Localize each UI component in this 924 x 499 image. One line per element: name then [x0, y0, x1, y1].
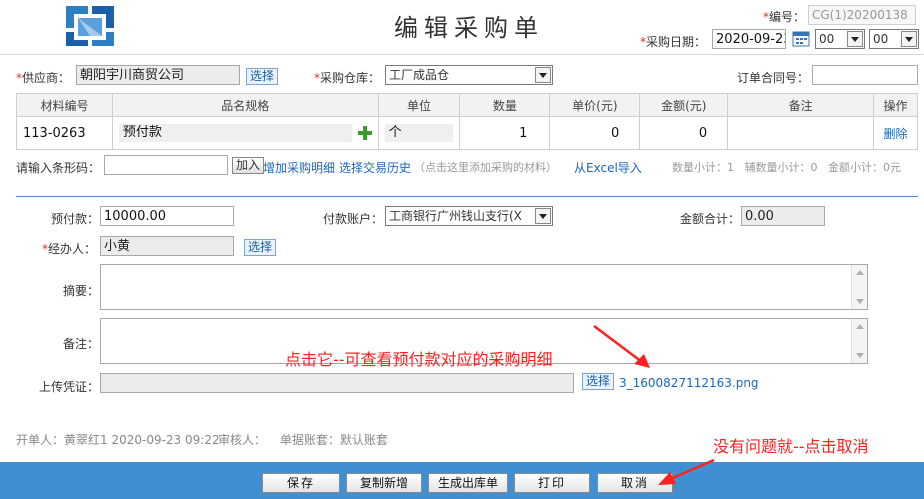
column-header: 数量	[459, 93, 551, 117]
header-divider	[0, 54, 924, 55]
handler-field[interactable]: 小黄	[100, 236, 234, 256]
column-header: 单位	[377, 93, 461, 117]
reviewer-info: 审核人：	[218, 433, 267, 447]
note-cell[interactable]	[727, 116, 874, 150]
material-code-cell: 113-0263	[16, 116, 113, 150]
creator-info: 开单人：黄翠红1 2020-09-23 09:22	[16, 433, 220, 447]
prepay-input[interactable]: 10000.00	[100, 206, 234, 226]
subtotal-summary: 数量小计：1 辅数量小计：0 金额小计：0元	[672, 161, 901, 174]
supplier-pick-button[interactable]: 选择	[246, 68, 279, 85]
save-button[interactable]: 保存	[262, 473, 340, 493]
note-label: 备注：	[63, 337, 100, 351]
column-header: 操作	[872, 93, 919, 117]
handler-label: *经办人：	[42, 242, 97, 256]
annotation-arrow-icon	[593, 325, 650, 368]
summary-label: 摘要：	[63, 284, 100, 298]
date-input[interactable]: 2020-09-23	[712, 29, 786, 49]
delete-link[interactable]: 删除	[872, 116, 919, 150]
chevron-down-icon	[847, 31, 863, 47]
supplier-label: *供应商：	[16, 71, 71, 85]
column-header: 品名规格	[111, 93, 379, 117]
section-divider	[16, 196, 918, 197]
table-row: 113-0263 预付款 个 1 0 0 删除	[16, 116, 919, 150]
column-header: 金额(元)	[639, 93, 729, 117]
annotation-click-cancel: 没有问题就--点击取消	[713, 437, 869, 456]
chevron-down-icon	[535, 67, 551, 83]
unit-cell: 个	[377, 116, 461, 150]
code-value: CG(1)20200138	[808, 5, 916, 25]
amount-cell: 0	[639, 116, 729, 150]
summary-textarea[interactable]	[100, 264, 868, 310]
price-cell[interactable]: 0	[549, 116, 641, 150]
uploaded-file-link[interactable]: 3_1600827112163.png	[619, 376, 759, 390]
account-select[interactable]: 工商银行广州钱山支行(X	[385, 206, 553, 226]
column-header: 单价(元)	[549, 93, 641, 117]
hour-select[interactable]: 00	[815, 29, 865, 49]
product-name-cell: 预付款	[111, 116, 379, 150]
barcode-input[interactable]	[104, 155, 228, 175]
table-header-row: 材料编号 品名规格 单位 数量 单价(元) 金额(元) 备注 操作	[16, 93, 919, 117]
calendar-icon[interactable]	[792, 30, 810, 47]
total-field: 0.00	[741, 206, 825, 226]
annotation-arrow-icon	[658, 458, 715, 485]
app-logo	[62, 2, 118, 48]
prepay-label: 预付款：	[51, 212, 100, 226]
column-header: 备注	[727, 93, 874, 117]
add-detail-link[interactable]: 增加采购明细	[263, 159, 335, 176]
supplier-field[interactable]: 朝阳宇川商贸公司	[76, 65, 240, 85]
handler-pick-button[interactable]: 选择	[244, 239, 277, 256]
warehouse-select[interactable]: 工厂成品仓	[385, 65, 553, 85]
add-material-hint: （点击这里添加采购的材料）	[414, 161, 557, 174]
date-label: *采购日期：	[640, 35, 707, 49]
minute-select[interactable]: 00	[869, 29, 919, 49]
select-history-link[interactable]: 选择交易历史	[339, 159, 411, 176]
column-header: 材料编号	[16, 93, 113, 117]
page-title: 编辑采购单	[394, 14, 544, 42]
code-label: *编号：	[763, 10, 806, 24]
chevron-down-icon	[901, 31, 917, 47]
total-label: 金额合计：	[680, 212, 741, 226]
contract-label: 订单合同号：	[737, 71, 810, 85]
items-table: 材料编号 品名规格 单位 数量 单价(元) 金额(元) 备注 操作 113-02…	[16, 93, 919, 150]
annotation-view-detail: 点击它--可查看预付款对应的采购明细	[285, 350, 553, 369]
excel-import-link[interactable]: 从Excel导入	[574, 159, 642, 176]
scrollbar[interactable]	[851, 265, 867, 309]
upload-label: 上传凭证：	[39, 380, 100, 394]
generate-outbound-button[interactable]: 生成出库单	[428, 473, 508, 493]
add-plus-icon[interactable]	[357, 126, 372, 140]
unit-field[interactable]: 个	[384, 124, 454, 142]
product-name-field[interactable]: 预付款	[118, 124, 352, 142]
qty-cell[interactable]: 1	[459, 116, 551, 150]
upload-field	[100, 373, 574, 393]
print-button[interactable]: 打印	[514, 473, 590, 493]
copy-new-button[interactable]: 复制新增	[346, 473, 422, 493]
add-barcode-button[interactable]: 加入	[232, 157, 265, 174]
chevron-down-icon	[535, 208, 551, 224]
account-label: 付款账户：	[323, 212, 384, 226]
upload-pick-button[interactable]: 选择	[582, 373, 615, 390]
barcode-label: 请输入条形码：	[16, 161, 101, 175]
contract-input[interactable]	[812, 65, 918, 85]
account-set-info: 单据账套：默认账套	[280, 433, 389, 447]
warehouse-label: *采购仓库：	[314, 71, 381, 85]
scrollbar[interactable]	[851, 319, 867, 363]
